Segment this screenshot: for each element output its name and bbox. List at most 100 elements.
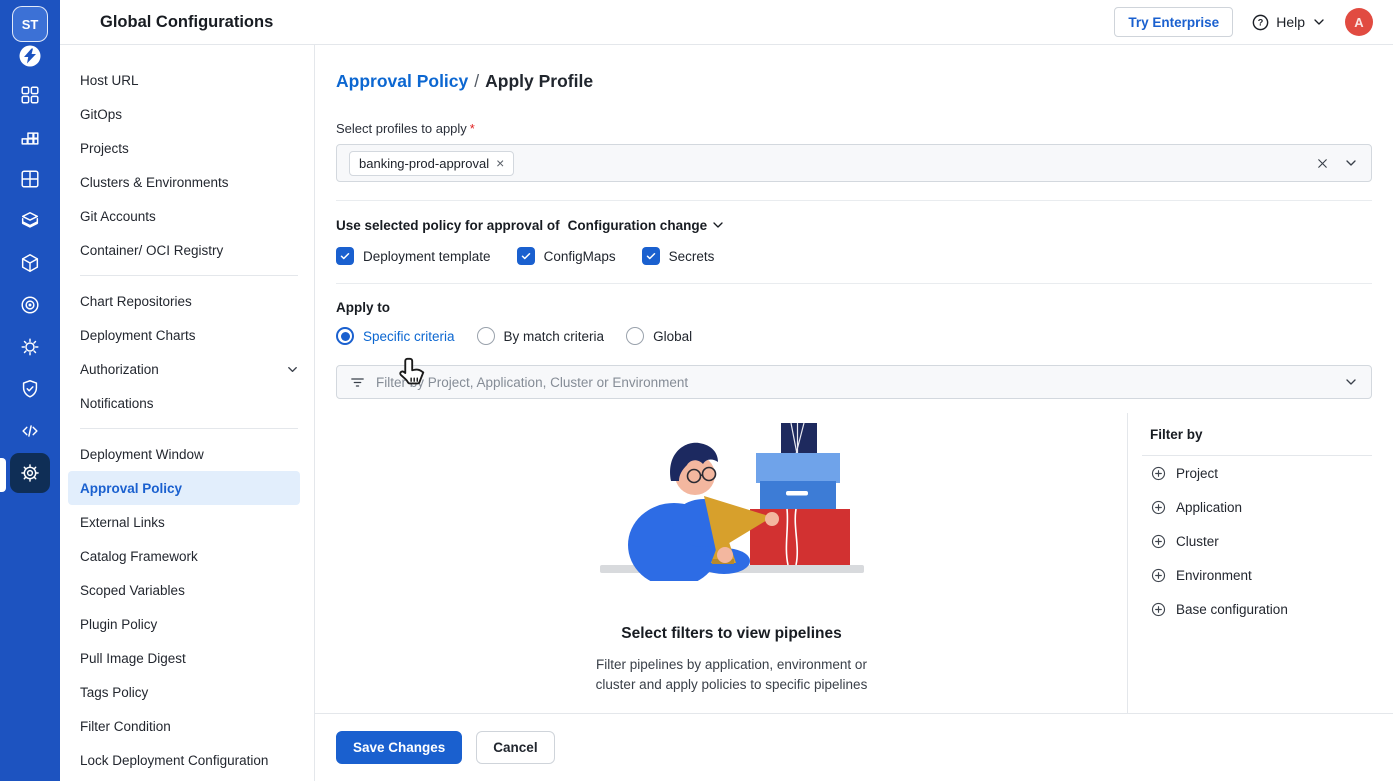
filter-by-cluster[interactable]: Cluster xyxy=(1150,524,1372,558)
rail-icon-list xyxy=(0,74,60,494)
clear-icon[interactable] xyxy=(1315,156,1330,171)
profiles-label: Select profiles to apply* xyxy=(336,121,1372,136)
sidebar-item-container-oci-registry[interactable]: Container/ OCI Registry xyxy=(60,233,314,267)
help-menu[interactable]: ? Help xyxy=(1251,13,1327,32)
try-enterprise-button[interactable]: Try Enterprise xyxy=(1114,7,1233,37)
save-changes-button[interactable]: Save Changes xyxy=(336,731,462,764)
sidebar-item-clusters-environments[interactable]: Clusters & Environments xyxy=(60,165,314,199)
breadcrumb-current: Apply Profile xyxy=(485,71,593,91)
icon-rail: ST xyxy=(0,0,60,781)
empty-state-title: Select filters to view pipelines xyxy=(621,625,842,643)
empty-state-illustration xyxy=(582,419,882,581)
avatar[interactable]: A xyxy=(1345,8,1373,36)
resource-browser-icon[interactable] xyxy=(0,242,60,284)
sidebar-item-projects[interactable]: Projects xyxy=(60,131,314,165)
pipeline-filter-input[interactable] xyxy=(376,375,1333,390)
sidebar-divider xyxy=(80,428,298,429)
app-window: ST xyxy=(0,0,1393,781)
sidebar-item-gitops[interactable]: GitOps xyxy=(60,97,314,131)
sidebar-item-host-url[interactable]: Host URL xyxy=(60,63,314,97)
sidebar-item-git-accounts[interactable]: Git Accounts xyxy=(60,199,314,233)
active-section-notch xyxy=(0,458,6,492)
radio-icon xyxy=(477,327,495,345)
pipeline-filter-dropdown[interactable] xyxy=(336,365,1372,399)
sidebar-item-tags-policy[interactable]: Tags Policy xyxy=(60,675,314,709)
breadcrumb: Approval Policy/Apply Profile xyxy=(336,69,1372,93)
code-icon[interactable] xyxy=(0,410,60,452)
cancel-button[interactable]: Cancel xyxy=(476,731,554,764)
checkbox-deployment-template[interactable]: Deployment template xyxy=(336,247,491,265)
checkbox-checked-icon xyxy=(642,247,660,265)
apps-grid-icon[interactable] xyxy=(0,74,60,116)
sidebar-item-plugin-policy[interactable]: Plugin Policy xyxy=(60,607,314,641)
devtron-logo-icon[interactable] xyxy=(18,44,42,68)
radio-specific-criteria[interactable]: Specific criteria xyxy=(336,327,455,345)
policy-checkboxes: Deployment template ConfigMaps Secrets xyxy=(336,247,1372,265)
top-bar: Global Configurations Try Enterprise ? H… xyxy=(60,0,1393,45)
main-panel: Approval Policy/Apply Profile Select pro… xyxy=(315,45,1393,781)
radio-by-match-criteria[interactable]: By match criteria xyxy=(477,327,605,345)
sidebar-item-scoped-variables[interactable]: Scoped Variables xyxy=(60,573,314,607)
sidebar-item-lock-deployment-configuration[interactable]: Lock Deployment Configuration xyxy=(60,743,314,777)
global-config-slot[interactable] xyxy=(0,452,60,494)
filter-by-application[interactable]: Application xyxy=(1150,490,1372,524)
radio-icon xyxy=(626,327,644,345)
chip-remove-icon[interactable]: × xyxy=(496,156,504,170)
apply-to-options: Specific criteria By match criteria Glob… xyxy=(336,327,1372,345)
sidebar-item-external-links[interactable]: External Links xyxy=(60,505,314,539)
chevron-down-icon xyxy=(710,217,726,233)
breadcrumb-approval-policy[interactable]: Approval Policy xyxy=(336,71,468,91)
svg-text:?: ? xyxy=(1258,17,1264,27)
plus-circle-icon xyxy=(1150,601,1167,618)
filter-by-environment[interactable]: Environment xyxy=(1150,558,1372,592)
security-icon[interactable] xyxy=(0,368,60,410)
filter-by-title: Filter by xyxy=(1142,423,1372,456)
profiles-select[interactable]: banking-prod-approval × xyxy=(336,144,1372,182)
help-icon: ? xyxy=(1251,13,1270,32)
policy-scope-select[interactable]: Configuration change xyxy=(568,217,727,233)
sidebar-divider xyxy=(80,275,298,276)
checkbox-configmaps[interactable]: ConfigMaps xyxy=(517,247,616,265)
plus-circle-icon xyxy=(1150,567,1167,584)
bulk-edit-icon[interactable] xyxy=(0,326,60,368)
filter-by-base-configuration[interactable]: Base configuration xyxy=(1150,592,1372,626)
chevron-down-icon[interactable] xyxy=(1343,155,1359,171)
empty-state-description: Filter pipelines by application, environ… xyxy=(596,655,868,695)
page-title: Global Configurations xyxy=(100,13,273,32)
form-footer: Save Changes Cancel xyxy=(315,713,1393,781)
filter-by-panel: Filter by Project Application xyxy=(1127,413,1372,713)
apply-to-label: Apply to xyxy=(336,300,1372,315)
plus-circle-icon xyxy=(1150,533,1167,550)
sidebar-item-filter-condition[interactable]: Filter Condition xyxy=(60,709,314,743)
help-label: Help xyxy=(1276,14,1305,30)
sidebar-item-deployment-charts[interactable]: Deployment Charts xyxy=(60,318,314,352)
gear-icon xyxy=(19,462,41,484)
radio-global[interactable]: Global xyxy=(626,327,692,345)
section-divider xyxy=(336,200,1372,201)
checkbox-checked-icon xyxy=(517,247,535,265)
checkbox-secrets[interactable]: Secrets xyxy=(642,247,715,265)
chevron-down-icon[interactable] xyxy=(1343,374,1359,390)
sidebar-item-notifications[interactable]: Notifications xyxy=(60,386,314,420)
chart-store-icon[interactable] xyxy=(0,200,60,242)
settings-sidebar: Host URL GitOps Projects Clusters & Envi… xyxy=(60,45,315,781)
clusters-icon[interactable] xyxy=(0,284,60,326)
sidebar-item-approval-policy[interactable]: Approval Policy xyxy=(68,471,300,505)
sidebar-item-deployment-window[interactable]: Deployment Window xyxy=(60,437,314,471)
checkbox-checked-icon xyxy=(336,247,354,265)
section-divider xyxy=(336,283,1372,284)
filter-by-project[interactable]: Project xyxy=(1150,456,1372,490)
radio-selected-icon xyxy=(336,327,354,345)
jobs-icon[interactable] xyxy=(0,116,60,158)
global-config-active-tile xyxy=(10,453,50,493)
org-logo[interactable]: ST xyxy=(12,6,48,42)
sidebar-item-authorization[interactable]: Authorization xyxy=(60,352,314,386)
sidebar-item-catalog-framework[interactable]: Catalog Framework xyxy=(60,539,314,573)
sidebar-item-pull-image-digest[interactable]: Pull Image Digest xyxy=(60,641,314,675)
plus-circle-icon xyxy=(1150,499,1167,516)
application-groups-icon[interactable] xyxy=(0,158,60,200)
sidebar-item-chart-repositories[interactable]: Chart Repositories xyxy=(60,284,314,318)
plus-circle-icon xyxy=(1150,465,1167,482)
empty-state: Select filters to view pipelines Filter … xyxy=(336,413,1127,713)
profile-chip[interactable]: banking-prod-approval × xyxy=(349,151,514,176)
